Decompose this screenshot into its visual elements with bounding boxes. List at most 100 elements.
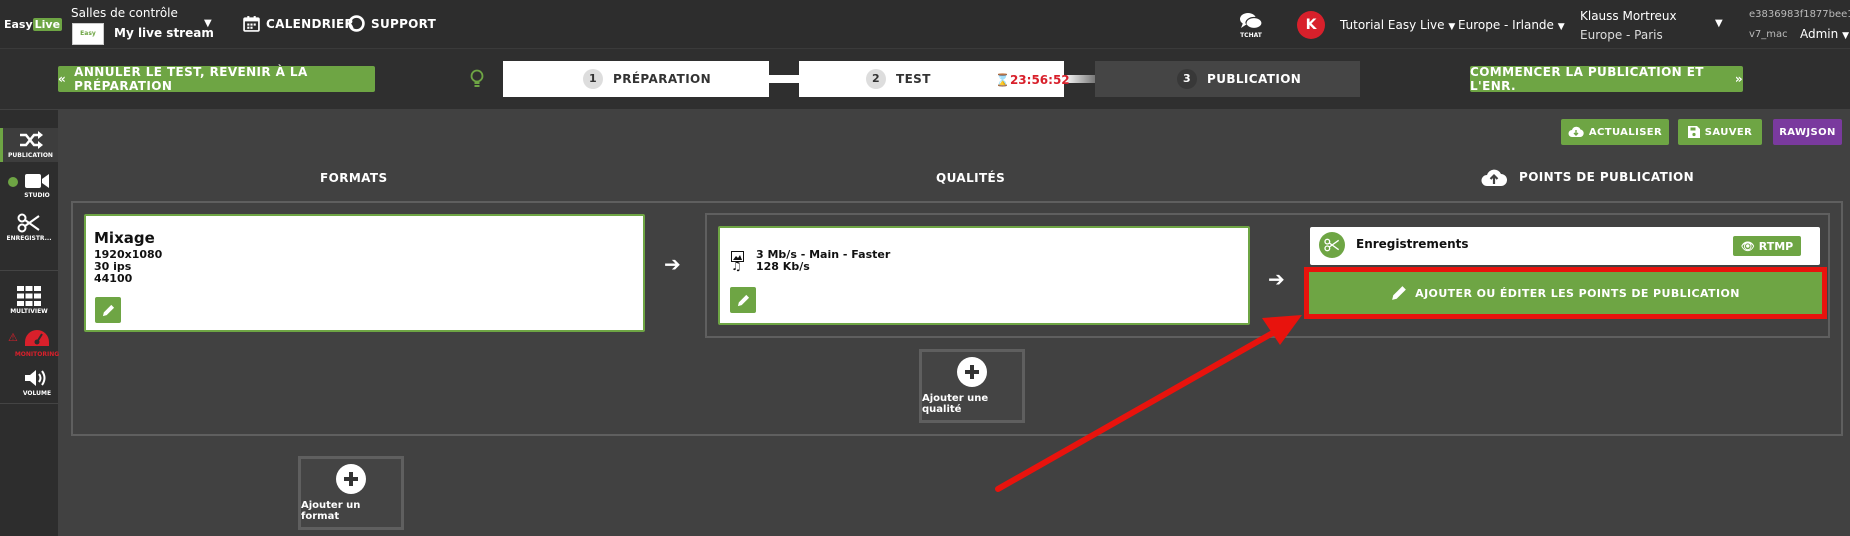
video-camera-icon — [25, 174, 49, 188]
add-format-button[interactable]: Ajouter un format — [298, 456, 404, 530]
add-quality-label: Ajouter une qualité — [922, 393, 989, 415]
add-edit-publication-points-button[interactable]: AJOUTER OU ÉDITER LES POINTS DE PUBLICAT… — [1304, 267, 1827, 319]
cloud-upload-icon — [1481, 169, 1507, 186]
edit-format-button[interactable] — [95, 297, 121, 323]
format-title: Mixage — [94, 229, 155, 247]
step-preparation[interactable]: 1 PRÉPARATION — [503, 61, 769, 97]
start-publication-button[interactable]: COMMENCER LA PUBLICATION ET L'ENR. » — [1470, 65, 1743, 93]
step-connector — [769, 75, 799, 83]
chevron-down-icon: ▼ — [1557, 22, 1565, 32]
grid-icon — [17, 286, 41, 306]
save-button[interactable]: SAUVER — [1678, 119, 1762, 145]
test-timer: ⌛23:56:52 — [995, 73, 1070, 87]
step-label: TEST — [896, 72, 931, 86]
double-chevron-right-icon: » — [1734, 72, 1743, 86]
cloud-download-icon — [1568, 126, 1584, 137]
quality-audio: 128 Kb/s — [756, 260, 810, 273]
timer-value: 23:56:52 — [1009, 73, 1070, 87]
lightbulb-icon[interactable] — [469, 69, 485, 93]
sidebar-item-label: VOLUME — [22, 390, 52, 397]
double-chevron-left-icon: « — [58, 72, 67, 86]
sidebar-item-label: MONITORING — [14, 351, 60, 358]
formats-header: FORMATS — [320, 171, 388, 185]
sidebar-item-studio[interactable]: STUDIO — [12, 172, 62, 199]
sidebar-item-volume[interactable]: VOLUME — [10, 368, 64, 397]
pencil-icon — [1392, 286, 1407, 300]
recordings-label: Enregistrements — [1356, 237, 1469, 251]
chat-button[interactable]: TCHAT — [1236, 12, 1266, 39]
session-id: e3836983f1877bee1... — [1749, 9, 1850, 20]
region-label: Europe - Irlande — [1458, 18, 1554, 32]
quality-card[interactable] — [718, 226, 1250, 325]
workspace-label: Tutorial Easy Live — [1340, 18, 1445, 32]
scissors-icon — [17, 213, 40, 233]
sidebar-item-publication[interactable]: PUBLICATION — [0, 128, 58, 162]
plus-icon — [336, 464, 366, 494]
cancel-test-button[interactable]: « ANNULER LE TEST, REVENIR À LA PRÉPARATI… — [58, 65, 375, 93]
support-link[interactable]: SUPPORT — [348, 15, 436, 32]
user-name[interactable]: Klauss Mortreux — [1580, 9, 1677, 23]
pencil-icon — [737, 294, 749, 306]
format-audio-rate: 44100 — [94, 272, 133, 285]
rtmp-button[interactable]: 👁 RTMP — [1733, 236, 1801, 256]
shuffle-icon — [19, 131, 43, 149]
rtmp-label: RTMP — [1758, 239, 1794, 253]
scissors-icon — [1319, 232, 1345, 258]
qualities-header: QUALITÉS — [936, 171, 1006, 185]
step-publication[interactable]: 3 PUBLICATION — [1095, 61, 1360, 97]
chat-label: TCHAT — [1240, 32, 1262, 39]
room-selector[interactable]: My live stream — [114, 26, 214, 40]
sidebar-item-monitoring[interactable]: MONITORING — [12, 329, 62, 358]
speaker-icon — [25, 370, 46, 386]
sidebar-item-multiview[interactable]: MULTIVIEW — [0, 286, 58, 315]
rawjson-button[interactable]: RAWJSON — [1773, 119, 1842, 145]
save-label: SAUVER — [1704, 126, 1753, 138]
edit-quality-button[interactable] — [730, 287, 756, 313]
sidebar-item-label: PUBLICATION — [8, 152, 53, 159]
start-publication-label: COMMENCER LA PUBLICATION ET L'ENR. — [1470, 65, 1704, 93]
step-number: 2 — [866, 69, 886, 89]
workspace-dropdown[interactable]: Tutorial Easy Live ▼ — [1340, 18, 1455, 32]
refresh-button[interactable]: ACTUALISER — [1561, 119, 1669, 145]
arrow-right-icon: ➔ — [1268, 267, 1285, 291]
hourglass-icon: ⌛ — [995, 73, 1010, 87]
sidebar-item-label: ENREGISTR... — [6, 235, 52, 242]
chevron-down-icon[interactable]: ▼ — [204, 18, 212, 29]
region-dropdown[interactable]: Europe - Irlande ▼ — [1458, 18, 1565, 32]
chevron-down-icon: ▼ — [1448, 22, 1456, 32]
sidebar-item-recording[interactable]: ENREGISTR... — [0, 213, 58, 242]
admin-menu[interactable]: Admin ▼ — [1800, 27, 1849, 41]
plus-icon — [957, 357, 987, 387]
chat-icon — [1240, 13, 1263, 30]
sidebar-divider — [0, 270, 58, 271]
refresh-label: ACTUALISER — [1588, 126, 1663, 138]
version-label: v7_mac — [1749, 29, 1788, 40]
eye-icon: 👁 — [1740, 239, 1755, 253]
publication-points-label: POINTS DE PUBLICATION — [1519, 170, 1695, 184]
calendar-label: CALENDRIER — [266, 16, 355, 31]
avatar[interactable]: K — [1297, 11, 1325, 39]
pencil-icon — [102, 304, 114, 316]
dashboard-gauge-icon — [25, 330, 49, 346]
chevron-down-icon[interactable]: ▼ — [1715, 18, 1723, 29]
calendar-icon — [243, 16, 260, 32]
step-label: PRÉPARATION — [613, 72, 712, 86]
user-timezone: Europe - Paris — [1580, 28, 1663, 42]
format-card[interactable] — [84, 214, 645, 332]
arrow-right-icon: ➔ — [664, 252, 681, 276]
sidebar-divider — [0, 403, 58, 404]
rawjson-label: RAWJSON — [1779, 126, 1836, 138]
cancel-test-label: ANNULER LE TEST, REVENIR À LA PRÉPARATIO… — [74, 65, 308, 93]
lifebuoy-icon — [348, 15, 365, 32]
calendar-link[interactable]: CALENDRIER — [243, 15, 354, 32]
sidebar-item-label: MULTIVIEW — [10, 308, 48, 315]
control-rooms-label: Salles de contrôle — [71, 6, 178, 20]
add-quality-button[interactable]: Ajouter une qualité — [919, 349, 1025, 423]
room-thumbnail: Easy Live — [72, 23, 104, 57]
step-number: 1 — [583, 69, 603, 89]
app-logo[interactable]: Easy Live — [4, 18, 63, 32]
chevron-down-icon: ▼ — [1842, 31, 1849, 41]
music-note-icon: ♫ — [731, 259, 742, 273]
publication-points-header: POINTS DE PUBLICATION — [1481, 167, 1694, 187]
sidebar-item-label: STUDIO — [24, 192, 50, 199]
